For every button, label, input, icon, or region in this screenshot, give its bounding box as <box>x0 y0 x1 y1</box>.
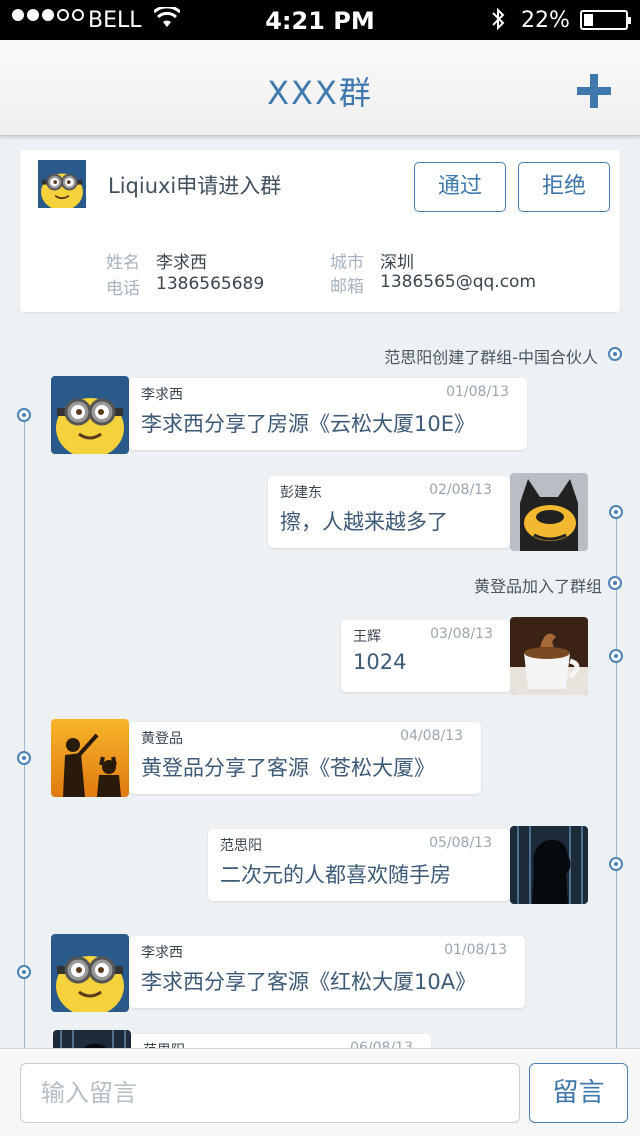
message-text: 黄登品分享了客源《苍松大厦》 <box>141 756 435 780</box>
message-author: 彭建东 <box>280 485 322 501</box>
timeline-dot-icon <box>17 751 31 765</box>
timeline-line-right <box>616 512 617 1052</box>
timeline-dot-icon <box>609 857 623 871</box>
message-author: 王辉 <box>353 629 381 645</box>
message-bubble[interactable]: 黄登品 04/08/13 黄登品分享了客源《苍松大厦》 <box>129 722 481 794</box>
message-text: 李求西分享了房源《云松大厦10E》 <box>141 412 475 436</box>
timeline-dot-icon <box>608 576 622 590</box>
system-event: 黄登品加入了群组 <box>473 577 602 596</box>
minion-avatar <box>38 160 86 211</box>
bluetooth-icon <box>491 7 505 37</box>
message-date: 05/08/13 <box>429 835 492 851</box>
timeline-line-left <box>24 415 25 1055</box>
message-author: 黄登品 <box>141 731 183 747</box>
request-title: Liqiuxi申请进入群 <box>108 174 282 198</box>
message-author: 李求西 <box>141 945 183 961</box>
reject-button[interactable]: 拒绝 <box>518 162 610 212</box>
status-bar: BELL 4:21 PM 22% <box>0 0 640 40</box>
message-text: 1024 <box>353 650 407 674</box>
email-label: 邮箱 <box>330 277 364 297</box>
page-title: XXX群 <box>267 74 373 112</box>
email-value: 1386565@qq.com <box>380 272 537 292</box>
city-label: 城市 <box>330 253 364 273</box>
coffee-avatar[interactable] <box>510 617 588 695</box>
batman-avatar[interactable] <box>510 473 588 551</box>
message-bubble[interactable]: 李求西 01/08/13 李求西分享了客源《红松大厦10A》 <box>129 936 525 1008</box>
phone-label: 电话 <box>106 279 140 299</box>
minion-avatar[interactable] <box>51 376 129 454</box>
battery-percent: 22% <box>521 8 570 33</box>
message-text: 擦，人越来越多了 <box>280 510 448 534</box>
message-author: 李求西 <box>141 387 183 403</box>
timeline-dot-icon <box>609 505 623 519</box>
navigation-bar: XXX群 <box>0 40 640 136</box>
message-input[interactable] <box>20 1063 520 1123</box>
join-request-card: Liqiuxi申请进入群 通过 拒绝 姓名 李求西 城市 深圳 电话 13865… <box>20 150 620 312</box>
message-bubble[interactable]: 彭建东 02/08/13 擦，人越来越多了 <box>268 476 510 548</box>
message-date: 01/08/13 <box>444 942 507 958</box>
message-text: 二次元的人都喜欢随手房 <box>220 863 451 887</box>
plus-icon[interactable] <box>577 74 611 108</box>
timeline-dot-icon <box>609 649 623 663</box>
message-bubble[interactable]: 王辉 03/08/13 1024 <box>341 620 511 692</box>
phone-value: 1386565689 <box>156 274 265 294</box>
city-value: 深圳 <box>380 253 414 273</box>
message-author: 范思阳 <box>220 838 262 854</box>
message-composer: 留言 <box>0 1048 640 1136</box>
message-date: 01/08/13 <box>446 384 509 400</box>
system-event: 范思阳创建了群组-中国合伙人 <box>384 348 598 367</box>
timeline-dot-icon <box>17 408 31 422</box>
timeline-dot-icon <box>608 347 622 361</box>
silhouette-avatar[interactable] <box>51 719 129 797</box>
send-button[interactable]: 留言 <box>529 1063 628 1123</box>
message-date: 02/08/13 <box>429 482 492 498</box>
message-bubble[interactable]: 李求西 01/08/13 李求西分享了房源《云松大厦10E》 <box>129 378 527 450</box>
message-date: 04/08/13 <box>400 728 463 744</box>
message-bubble[interactable]: 范思阳 05/08/13 二次元的人都喜欢随手房 <box>208 829 510 901</box>
message-text: 李求西分享了客源《红松大厦10A》 <box>141 970 477 994</box>
minion-avatar[interactable] <box>51 934 129 1012</box>
name-value: 李求西 <box>156 253 207 273</box>
timeline-dot-icon <box>17 965 31 979</box>
battery-icon <box>580 10 631 30</box>
message-date: 03/08/13 <box>430 626 493 642</box>
approve-button[interactable]: 通过 <box>414 162 506 212</box>
dark-figure-avatar[interactable] <box>510 826 588 904</box>
name-label: 姓名 <box>106 253 140 273</box>
